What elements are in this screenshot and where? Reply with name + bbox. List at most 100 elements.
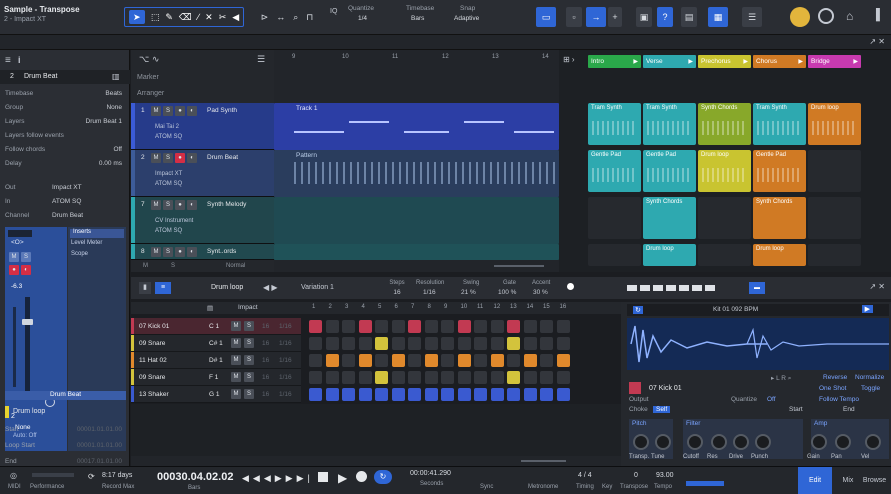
- sample-file-name[interactable]: Kit 01 092 BPM: [713, 306, 758, 313]
- account-icon[interactable]: [818, 8, 834, 24]
- quantize-off-select[interactable]: Off: [767, 396, 776, 403]
- ruler-bar-number[interactable]: 14: [542, 54, 549, 60]
- launcher-slot-empty[interactable]: [588, 244, 641, 266]
- pattern-row-note[interactable]: C# 1: [209, 340, 223, 347]
- track-name[interactable]: Synth Melody: [207, 201, 246, 208]
- launcher-clip[interactable]: Tram Synth: [588, 103, 641, 145]
- step-pad-on[interactable]: [507, 320, 520, 333]
- pattern-row[interactable]: 09 Snare C# 1 M S 16 1/16: [131, 335, 301, 352]
- step-pad-off[interactable]: [457, 371, 471, 384]
- pattern-row-mute[interactable]: M: [231, 321, 241, 331]
- ruler-bar-number[interactable]: 9: [292, 54, 295, 60]
- launcher-clip[interactable]: Gentle Pad: [753, 150, 806, 192]
- launcher-menu-icon[interactable]: ⊞ ›: [563, 55, 575, 64]
- ruler-bar-number[interactable]: 10: [342, 54, 349, 60]
- keyboard-strip[interactable]: [627, 285, 717, 291]
- track-monitor-button[interactable]: ◐: [187, 153, 197, 163]
- midi-icon[interactable]: ◎: [10, 471, 17, 480]
- step-pad-off[interactable]: [375, 320, 388, 333]
- track-menu-icon[interactable]: ☰: [257, 54, 265, 65]
- step-pad-off[interactable]: [325, 337, 339, 350]
- step-column-number[interactable]: 4: [362, 304, 365, 310]
- scene-play-icon[interactable]: ▶: [688, 58, 693, 65]
- time-format-label[interactable]: Bars: [188, 485, 200, 491]
- step-column-number[interactable]: 15: [543, 304, 550, 310]
- waveform[interactable]: [627, 318, 889, 370]
- inspector-row-value[interactable]: 0.00 ms: [99, 160, 122, 167]
- pattern-row-resolution[interactable]: 1/16: [279, 323, 292, 330]
- step-column-number[interactable]: 8: [428, 304, 431, 310]
- user-avatar[interactable]: [790, 7, 810, 27]
- tempo-slider[interactable]: [686, 481, 724, 486]
- track-solo-button[interactable]: S: [163, 106, 173, 116]
- knob-tune[interactable]: [655, 434, 671, 450]
- track-solo-button[interactable]: S: [163, 247, 173, 257]
- launcher-clip[interactable]: Synth Chords: [753, 197, 806, 239]
- footer-normal[interactable]: Normal: [226, 263, 245, 269]
- scene-play-icon[interactable]: ▶: [633, 58, 638, 65]
- track-monitor-button[interactable]: ◐: [187, 200, 197, 210]
- step-pad-on[interactable]: [507, 388, 520, 401]
- step-pad-off[interactable]: [325, 371, 339, 384]
- io-row[interactable]: In ATOM SQ: [0, 195, 130, 207]
- loop-icon[interactable]: ↻: [374, 470, 392, 484]
- footer-mute[interactable]: M: [143, 263, 148, 269]
- step-pad-on[interactable]: [391, 354, 405, 367]
- step-pad-off[interactable]: [523, 371, 537, 384]
- step-pad-off[interactable]: [391, 371, 405, 384]
- key-label[interactable]: Key: [602, 484, 612, 490]
- gate-value[interactable]: 100 %: [498, 289, 516, 296]
- pattern-row-solo[interactable]: S: [244, 372, 254, 382]
- monitor-button[interactable]: ◐: [21, 265, 31, 275]
- menu-icon[interactable]: ≡: [5, 55, 11, 66]
- pattern-row[interactable]: 11 Hat 02 D# 1 M S 16 1/16: [131, 352, 301, 369]
- fast-forward-icon[interactable]: ▶▶: [275, 473, 297, 483]
- step-pad-off[interactable]: [342, 320, 355, 333]
- launcher-slot-empty[interactable]: [698, 244, 751, 266]
- variation-select[interactable]: Variation 1: [301, 284, 334, 291]
- step-pad-on[interactable]: [490, 388, 504, 401]
- launcher-slot-empty[interactable]: [698, 197, 751, 239]
- track-header[interactable]: 2 M S ● ◐ Drum Beat Impact XT ATOM SQ: [131, 150, 274, 197]
- step-pad-on[interactable]: [474, 388, 487, 401]
- pattern-row-steps[interactable]: 16: [262, 391, 269, 398]
- ruler-bar-number[interactable]: 13: [492, 54, 499, 60]
- step-pad-on[interactable]: [358, 388, 372, 401]
- step-pad-on[interactable]: [523, 388, 537, 401]
- step-pad-off[interactable]: [490, 371, 504, 384]
- track-record-button[interactable]: ●: [175, 200, 185, 210]
- inspector-row[interactable]: Layers Drum Beat 1: [0, 115, 130, 127]
- step-column-number[interactable]: 9: [444, 304, 447, 310]
- step-pad-on[interactable]: [424, 354, 438, 367]
- steps-value[interactable]: 16: [386, 289, 408, 296]
- snap-value[interactable]: Adaptive: [454, 15, 479, 22]
- snap-toggle-button[interactable]: ▭: [536, 7, 556, 27]
- inspector-row[interactable]: Follow chords Off: [0, 143, 130, 155]
- step-pad-on[interactable]: [391, 388, 405, 401]
- pattern-mode-button[interactable]: ≡: [155, 282, 171, 294]
- play-icon[interactable]: ▶: [338, 471, 347, 485]
- track-header[interactable]: 7 M S ● ◐ Synth Melody CV Instrument ATOM SQ: [131, 197, 274, 244]
- step-pad-off[interactable]: [309, 371, 322, 384]
- pattern-row-solo[interactable]: S: [244, 321, 254, 331]
- bend-tool-icon[interactable]: ⊳: [261, 12, 269, 23]
- launcher-clip[interactable]: Drum loop: [698, 150, 751, 192]
- step-pad-on[interactable]: [342, 388, 355, 401]
- track-header[interactable]: 1 M S ● ◐ Pad Synth Mai Tai 2 ATOM SQ: [131, 103, 274, 150]
- step-pad-off[interactable]: [325, 320, 339, 333]
- time-signature[interactable]: 4 / 4: [578, 472, 592, 479]
- track-input[interactable]: ATOM SQ: [155, 181, 182, 187]
- edit-view-button[interactable]: Edit: [798, 467, 832, 494]
- follow-tempo-select[interactable]: Follow Tempo: [819, 396, 859, 403]
- knob-gain[interactable]: [811, 434, 827, 450]
- scene-play-icon[interactable]: ▶: [743, 58, 748, 65]
- normalize-button[interactable]: Normalize: [855, 374, 884, 381]
- step-pad-on[interactable]: [375, 388, 388, 401]
- inspector-row[interactable]: Group None: [0, 101, 130, 113]
- pattern-zoom[interactable]: [521, 460, 566, 462]
- io-row-value[interactable]: Drum Beat: [52, 212, 83, 219]
- track-mute-button[interactable]: M: [151, 200, 161, 210]
- iq-button[interactable]: IQ: [330, 8, 337, 15]
- step-pad-on[interactable]: [358, 354, 372, 367]
- mute-tool-icon[interactable]: ✕: [205, 12, 213, 23]
